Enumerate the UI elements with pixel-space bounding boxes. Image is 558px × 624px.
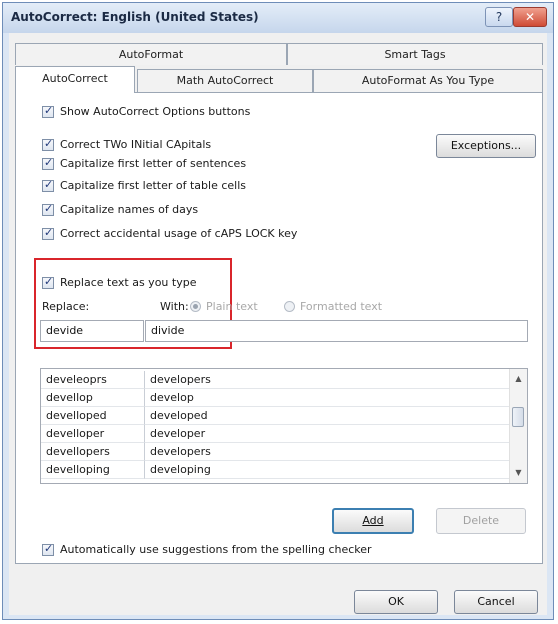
replace-label: Replace:: [42, 300, 90, 313]
tab-math-autocorrect[interactable]: Math AutoCorrect: [137, 69, 313, 92]
entry-from: develloped: [41, 407, 145, 425]
entry-to: develop: [145, 389, 511, 407]
radio-empty-icon: [284, 301, 295, 312]
dialog-title: AutoCorrect: English (United States): [11, 10, 259, 24]
formatted-text-radio[interactable]: Formatted text: [284, 300, 382, 313]
list-item[interactable]: develloper developer: [41, 425, 511, 443]
caps-lock-checkbox[interactable]: Correct accidental usage of cAPS LOCK ke…: [42, 226, 298, 240]
entry-to: developer: [145, 425, 511, 443]
checkbox-checked-icon: [42, 542, 54, 556]
capitalize-days-checkbox[interactable]: Capitalize names of days: [42, 202, 199, 216]
checkbox-checked-icon: [42, 156, 54, 170]
list-scrollbar[interactable]: ▲ ▼: [509, 369, 527, 483]
delete-button[interactable]: Delete: [436, 508, 526, 534]
capitalize-sentences-checkbox[interactable]: Capitalize first letter of sentences: [42, 156, 247, 170]
title-bar: AutoCorrect: English (United States) ? ✕: [3, 3, 553, 33]
entry-from: devellop: [41, 389, 145, 407]
tab-autoformat-as-you-type[interactable]: AutoFormat As You Type: [313, 69, 543, 92]
scroll-up-icon[interactable]: ▲: [510, 371, 527, 387]
with-input[interactable]: divide: [145, 320, 528, 342]
checkbox-checked-icon: [42, 226, 54, 240]
exceptions-button[interactable]: Exceptions...: [436, 134, 536, 158]
plain-text-label: Plain text: [206, 300, 258, 313]
formatted-text-label: Formatted text: [300, 300, 383, 313]
entry-to: developed: [145, 407, 511, 425]
checkbox-checked-icon: [42, 137, 54, 151]
close-button[interactable]: ✕: [513, 7, 547, 27]
spelling-suggestions-label: Automatically use suggestions from the s…: [60, 543, 372, 556]
tab-smart-tags[interactable]: Smart Tags: [287, 43, 543, 65]
checkbox-checked-icon: [42, 104, 54, 118]
entry-from: develeoprs: [41, 371, 145, 389]
caps-lock-label: Correct accidental usage of cAPS LOCK ke…: [60, 227, 298, 240]
ok-button[interactable]: OK: [354, 590, 438, 614]
cancel-button[interactable]: Cancel: [454, 590, 538, 614]
list-item[interactable]: develloped developed: [41, 407, 511, 425]
tab-autoformat[interactable]: AutoFormat: [15, 43, 287, 65]
show-options-checkbox[interactable]: Show AutoCorrect Options buttons: [42, 104, 251, 118]
show-options-label: Show AutoCorrect Options buttons: [60, 105, 251, 118]
scroll-thumb[interactable]: [512, 407, 524, 427]
plain-text-radio[interactable]: Plain text: [190, 300, 258, 313]
scroll-down-icon[interactable]: ▼: [510, 465, 527, 481]
help-button[interactable]: ?: [485, 7, 513, 27]
with-label: With:: [160, 300, 189, 313]
two-initial-caps-label: Correct TWo INitial CApitals: [60, 138, 212, 151]
checkbox-checked-icon: [42, 202, 54, 216]
list-item[interactable]: develeoprs developers: [41, 371, 511, 389]
entry-from: develloping: [41, 461, 145, 479]
checkbox-checked-icon: [42, 275, 54, 289]
two-initial-caps-checkbox[interactable]: Correct TWo INitial CApitals: [42, 137, 212, 151]
spelling-suggestions-checkbox[interactable]: Automatically use suggestions from the s…: [42, 542, 372, 556]
entry-to: developers: [145, 443, 511, 461]
tab-autocorrect[interactable]: AutoCorrect: [15, 66, 135, 93]
list-item[interactable]: devellopers developers: [41, 443, 511, 461]
replace-input[interactable]: devide: [40, 320, 144, 342]
entry-to: developers: [145, 371, 511, 389]
capitalize-table-cells-label: Capitalize first letter of table cells: [60, 179, 247, 192]
entry-to: developing: [145, 461, 511, 479]
entry-from: devellopers: [41, 443, 145, 461]
list-item[interactable]: devellop develop: [41, 389, 511, 407]
capitalize-days-label: Capitalize names of days: [60, 203, 199, 216]
autocorrect-entries-list[interactable]: develeoprs developers devellop develop d…: [40, 368, 528, 484]
capitalize-table-cells-checkbox[interactable]: Capitalize first letter of table cells: [42, 178, 247, 192]
entry-from: develloper: [41, 425, 145, 443]
list-item[interactable]: develloping developing: [41, 461, 511, 479]
replace-as-you-type-checkbox[interactable]: Replace text as you type: [42, 275, 197, 289]
replace-as-you-type-label: Replace text as you type: [60, 276, 197, 289]
capitalize-sentences-label: Capitalize first letter of sentences: [60, 157, 247, 170]
checkbox-checked-icon: [42, 178, 54, 192]
add-button[interactable]: Add: [332, 508, 414, 534]
radio-selected-icon: [190, 301, 201, 312]
